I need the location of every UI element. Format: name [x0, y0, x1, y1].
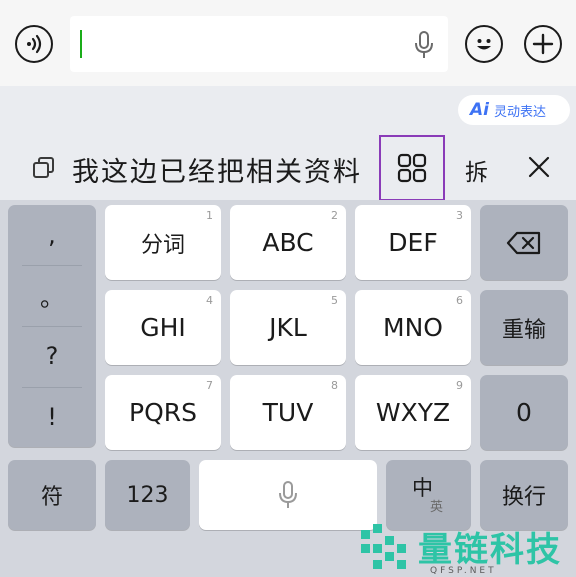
key-label: WXYZ	[375, 398, 451, 427]
key-6-mno[interactable]: 6 MNO	[355, 290, 471, 365]
watermark-domain: QFSP.NET	[430, 566, 497, 576]
key-9-wxyz[interactable]: 9 WXYZ	[355, 375, 471, 450]
key-label: 换行	[501, 485, 546, 510]
backspace-icon	[506, 231, 541, 254]
key-number: 8	[331, 379, 338, 392]
key-label: 分词	[140, 232, 185, 258]
key-label: JKL	[269, 313, 307, 342]
key-label: 123	[126, 482, 169, 508]
key-number: 4	[206, 294, 213, 307]
copy-icon[interactable]	[32, 156, 56, 184]
key-number: 2	[331, 209, 338, 222]
lang-english-label: 英	[430, 500, 444, 515]
numeric-key[interactable]: 123	[105, 460, 190, 530]
key-number: 3	[456, 209, 463, 222]
microphone-icon	[279, 481, 297, 508]
text-caret	[80, 30, 82, 58]
punctuation-comma-key[interactable]: ,	[8, 205, 96, 265]
key-1-segment[interactable]: 1 分词	[105, 205, 221, 280]
smiley-face-icon[interactable]	[465, 25, 503, 63]
key-number: 7	[206, 379, 213, 392]
punctuation-question-key[interactable]: ?	[8, 326, 96, 386]
key-label: TUV	[262, 398, 314, 427]
key-label: GHI	[140, 313, 186, 342]
candidate-bar: Ai 灵动表达 我这边已经把相关资料 拆	[0, 86, 576, 201]
ai-expression-label: 灵动表达	[493, 104, 546, 120]
key-4-ghi[interactable]: 4 GHI	[105, 290, 221, 365]
key-number: 6	[456, 294, 463, 307]
key-label: MNO	[383, 313, 443, 342]
key-number: 1	[206, 209, 213, 222]
key-5-jkl[interactable]: 5 JKL	[230, 290, 346, 365]
key-number: 5	[331, 294, 338, 307]
key-3-def[interactable]: 3 DEF	[355, 205, 471, 280]
key-8-tuv[interactable]: 8 TUV	[230, 375, 346, 450]
punctuation-column: , 。 ? !	[8, 205, 96, 447]
close-icon[interactable]	[528, 156, 550, 182]
candidate-text[interactable]: 我这边已经把相关资料	[72, 150, 380, 190]
zero-key[interactable]: 0	[480, 375, 568, 450]
punctuation-exclamation-key[interactable]: !	[8, 387, 96, 447]
grid-icon[interactable]	[379, 135, 445, 201]
symbol-key[interactable]: 符	[8, 460, 96, 530]
key-label: 符	[40, 485, 63, 510]
input-bar	[0, 0, 576, 86]
punctuation-period-key[interactable]: 。	[8, 265, 96, 325]
key-label: DEF	[388, 228, 438, 257]
space-key[interactable]	[199, 460, 377, 530]
watermark: 量链科技 QFSP.NET	[352, 520, 576, 577]
plus-icon[interactable]	[524, 25, 562, 63]
key-7-pqrs[interactable]: 7 PQRS	[105, 375, 221, 450]
key-label: 重输	[501, 317, 546, 343]
backspace-key[interactable]	[480, 205, 568, 280]
ai-expression-button[interactable]: Ai 灵动表达	[458, 95, 570, 125]
watermark-name: 量链科技	[418, 530, 562, 570]
key-number: 9	[456, 379, 463, 392]
message-input[interactable]	[70, 16, 448, 72]
microphone-icon[interactable]	[414, 31, 434, 63]
split-button[interactable]: 拆	[465, 153, 488, 187]
key-label: 0	[516, 398, 532, 427]
voice-wave-icon[interactable]	[15, 25, 53, 63]
ai-logo: Ai	[470, 100, 489, 120]
key-2-abc[interactable]: 2 ABC	[230, 205, 346, 280]
reenter-key[interactable]: 重输	[480, 290, 568, 365]
watermark-logo-icon	[357, 522, 413, 577]
key-label: PQRS	[129, 398, 197, 427]
key-label: ABC	[262, 228, 314, 257]
